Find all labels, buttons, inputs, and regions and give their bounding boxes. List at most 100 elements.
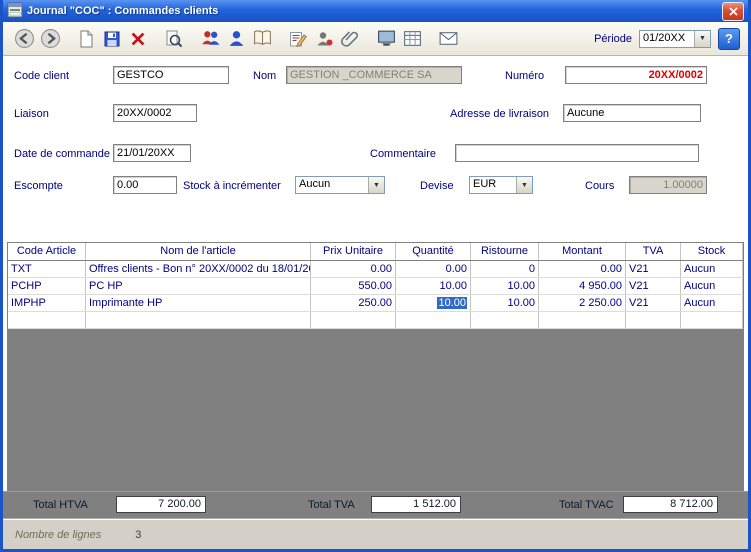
forward-icon [40, 28, 61, 49]
search-icon [164, 29, 184, 49]
table-cell[interactable]: 0.00 [539, 261, 626, 277]
close-icon [729, 7, 738, 16]
table-cell[interactable]: 2 250.00 [539, 295, 626, 311]
table-cell[interactable]: Imprimante HP [86, 295, 311, 311]
total-tva-value: 1 512.00 [371, 496, 461, 513]
table-cell[interactable]: 0.00 [311, 261, 396, 277]
chevron-down-icon[interactable]: ▼ [694, 31, 710, 47]
table-cell[interactable] [539, 312, 626, 328]
contact-button[interactable] [311, 26, 337, 52]
table-cell[interactable] [396, 312, 471, 328]
table-row[interactable]: TXT Offres clients - Bon n° 20XX/0002 du… [8, 261, 743, 278]
table-cell[interactable] [626, 312, 681, 328]
adresse-livraison-input[interactable] [563, 104, 701, 122]
table-cell[interactable]: IMPHP [8, 295, 86, 311]
app-window: Journal "COC" : Commandes clients [0, 0, 751, 552]
table-header-row: Code Article Nom de l'article Prix Unita… [8, 243, 743, 261]
commentaire-input[interactable] [455, 144, 699, 162]
table-cell[interactable]: 4 950.00 [539, 278, 626, 294]
close-button[interactable] [722, 2, 744, 21]
stock-incrementer-label: Stock à incrémenter [183, 180, 281, 192]
table-header-cell: Code Article [8, 243, 86, 260]
clients-button[interactable] [197, 26, 223, 52]
cours-label: Cours [585, 180, 614, 192]
table-cell[interactable]: 550.00 [311, 278, 396, 294]
period-select[interactable]: 01/20XX ▼ [639, 30, 711, 48]
new-document-button[interactable] [73, 26, 99, 52]
stock-value: Aucun [296, 177, 368, 193]
table-cell[interactable]: V21 [626, 278, 681, 294]
catalog-button[interactable] [249, 26, 275, 52]
table-header-cell: Quantité [396, 243, 471, 260]
totals-bar: Total HTVA 7 200.00 Total TVA 1 512.00 T… [3, 491, 748, 518]
search-button[interactable] [161, 26, 187, 52]
write-icon [288, 29, 308, 49]
mail-button[interactable] [435, 26, 461, 52]
user-info-icon [314, 29, 334, 49]
table-cell[interactable]: TXT [8, 261, 86, 277]
escompte-input[interactable] [113, 176, 177, 194]
total-tvac-value: 8 712.00 [623, 496, 718, 513]
back-icon [14, 28, 35, 49]
table-cell[interactable]: Aucun [681, 295, 743, 311]
table-cell[interactable]: Offres clients - Bon n° 20XX/0002 du 18/… [86, 261, 311, 277]
table-header-cell: Nom de l'article [86, 243, 311, 260]
table-cell[interactable]: V21 [626, 261, 681, 277]
delete-button[interactable] [125, 26, 151, 52]
table-cell[interactable]: V21 [626, 295, 681, 311]
period-label: Période [594, 33, 632, 45]
numero-input[interactable] [565, 66, 707, 84]
titlebar[interactable]: Journal "COC" : Commandes clients [3, 0, 748, 22]
table-cell[interactable]: 250.00 [311, 295, 396, 311]
back-button[interactable] [11, 26, 37, 52]
date-commande-label: Date de commande [14, 148, 110, 160]
attachment-button[interactable] [337, 26, 363, 52]
liaison-label: Liaison [14, 108, 49, 120]
entry-button[interactable] [285, 26, 311, 52]
table-cell[interactable]: 0 [471, 261, 539, 277]
chevron-down-icon[interactable]: ▼ [516, 177, 532, 193]
table-row-empty[interactable] [8, 312, 743, 329]
screen-button[interactable] [373, 26, 399, 52]
client-button[interactable] [223, 26, 249, 52]
app-icon [7, 2, 23, 21]
help-button[interactable]: ? [718, 28, 740, 50]
book-icon [252, 28, 273, 49]
cours-input [629, 176, 707, 194]
table-cell[interactable]: PCHP [8, 278, 86, 294]
table-cell[interactable] [8, 312, 86, 328]
table-cell[interactable] [681, 312, 743, 328]
table-cell-selected[interactable]: 10.00 [396, 295, 471, 311]
liaison-input[interactable] [113, 104, 197, 122]
table-cell[interactable]: PC HP [86, 278, 311, 294]
table-cell[interactable] [311, 312, 396, 328]
stock-select[interactable]: Aucun ▼ [295, 176, 385, 194]
total-htva-label: Total HTVA [33, 499, 88, 511]
save-button[interactable] [99, 26, 125, 52]
table-cell[interactable] [86, 312, 311, 328]
devise-select[interactable]: EUR ▼ [469, 176, 533, 194]
grid-button[interactable] [399, 26, 425, 52]
line-count-label: Nombre de lignes [15, 529, 101, 541]
date-commande-input[interactable] [113, 144, 191, 162]
table-cell[interactable] [471, 312, 539, 328]
table-cell[interactable]: 10.00 [396, 278, 471, 294]
paperclip-icon [340, 29, 360, 49]
client-icon [226, 28, 247, 49]
order-form: Code client Nom Numéro Liaison Adresse d… [3, 56, 748, 242]
commentaire-label: Commentaire [370, 148, 436, 160]
forward-button[interactable] [37, 26, 63, 52]
table-cell[interactable]: 10.00 [471, 278, 539, 294]
code-client-input[interactable] [113, 66, 229, 84]
table-row[interactable]: IMPHP Imprimante HP 250.00 10.00 10.00 2… [8, 295, 743, 312]
table-row[interactable]: PCHP PC HP 550.00 10.00 10.00 4 950.00 V… [8, 278, 743, 295]
table-cell[interactable]: Aucun [681, 278, 743, 294]
table-cell[interactable]: 10.00 [471, 295, 539, 311]
table-header-cell: Montant [539, 243, 626, 260]
new-document-icon [76, 29, 96, 49]
table-cell[interactable]: Aucun [681, 261, 743, 277]
chevron-down-icon[interactable]: ▼ [368, 177, 384, 193]
monitor-icon [376, 28, 397, 49]
window-content: Période 01/20XX ▼ ? Code client Nom Numé… [3, 22, 748, 549]
table-cell[interactable]: 0.00 [396, 261, 471, 277]
